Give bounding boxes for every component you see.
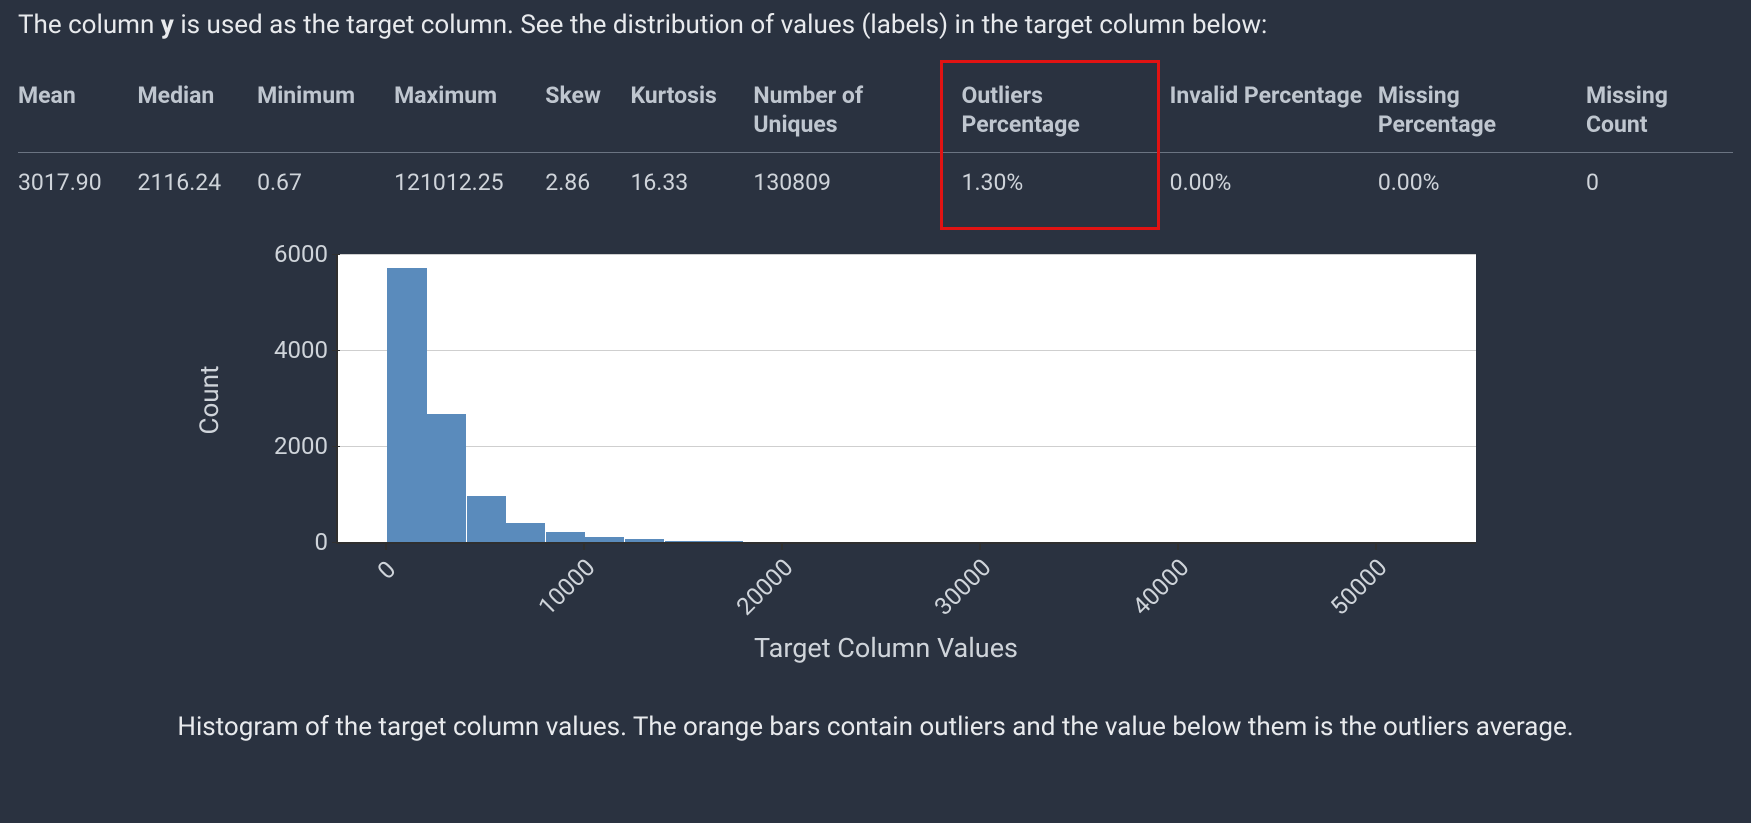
val-skew: 2.86 bbox=[545, 152, 630, 212]
val-uniques: 130809 bbox=[753, 152, 961, 212]
histogram-bar bbox=[546, 532, 585, 542]
table-header-row: Mean Median Minimum Maximum Skew Kurtosi… bbox=[18, 78, 1733, 152]
gridline bbox=[338, 254, 1476, 255]
x-tick-mark bbox=[781, 542, 783, 550]
val-kurtosis: 16.33 bbox=[630, 152, 753, 212]
x-tick-mark bbox=[583, 542, 585, 550]
val-missing-cnt: 0 bbox=[1586, 152, 1733, 212]
intro-text: The column y is used as the target colum… bbox=[18, 10, 1733, 40]
x-tick-mark bbox=[1375, 542, 1377, 550]
histogram-bar bbox=[625, 539, 664, 542]
x-tick-mark bbox=[979, 542, 981, 550]
histogram-bar bbox=[427, 414, 466, 541]
x-tick-mark bbox=[385, 542, 387, 550]
col-skew: Skew bbox=[545, 78, 630, 152]
val-outliers: 1.30% bbox=[962, 152, 1170, 212]
y-tick: 6000 bbox=[248, 240, 328, 268]
col-median: Median bbox=[138, 78, 258, 152]
val-mean: 3017.90 bbox=[18, 152, 138, 212]
col-outliers: Outliers Percentage bbox=[962, 78, 1170, 152]
histogram-bar bbox=[704, 541, 743, 542]
x-tick: 40000 bbox=[1127, 554, 1194, 621]
histogram-chart: Count Target Column Values 0200040006000… bbox=[206, 240, 1566, 700]
chart-caption: Histogram of the target column values. T… bbox=[18, 712, 1733, 742]
col-missing-pct: Missing Percentage bbox=[1378, 78, 1586, 152]
histogram-bar bbox=[585, 537, 624, 542]
x-tick: 10000 bbox=[533, 554, 600, 621]
x-tick-mark bbox=[1177, 542, 1179, 550]
col-uniques: Number of Uniques bbox=[753, 78, 961, 152]
intro-bold: y bbox=[161, 10, 174, 40]
gridline bbox=[338, 446, 1476, 447]
x-tick: 50000 bbox=[1325, 554, 1392, 621]
x-tick: 20000 bbox=[731, 554, 798, 621]
x-tick: 30000 bbox=[929, 554, 996, 621]
y-tick: 2000 bbox=[248, 432, 328, 460]
val-missing-pct: 0.00% bbox=[1378, 152, 1586, 212]
val-maximum: 121012.25 bbox=[394, 152, 545, 212]
histogram-bar bbox=[387, 268, 426, 542]
col-invalid: Invalid Percentage bbox=[1170, 78, 1378, 152]
table-value-row: 3017.90 2116.24 0.67 121012.25 2.86 16.3… bbox=[18, 152, 1733, 212]
val-minimum: 0.67 bbox=[257, 152, 394, 212]
val-invalid: 0.00% bbox=[1170, 152, 1378, 212]
intro-prefix: The column bbox=[18, 10, 161, 40]
histogram-bar bbox=[467, 496, 506, 541]
plot-area bbox=[336, 254, 1476, 544]
y-tick: 4000 bbox=[248, 336, 328, 364]
col-minimum: Minimum bbox=[257, 78, 394, 152]
histogram-bar bbox=[506, 523, 545, 541]
col-maximum: Maximum bbox=[394, 78, 545, 152]
col-missing-cnt: Missing Count bbox=[1586, 78, 1733, 152]
col-mean: Mean bbox=[18, 78, 138, 152]
x-tick: 0 bbox=[372, 555, 401, 584]
col-kurtosis: Kurtosis bbox=[630, 78, 753, 152]
x-axis-label: Target Column Values bbox=[206, 632, 1566, 664]
intro-suffix: is used as the target column. See the di… bbox=[174, 10, 1267, 40]
y-tick: 0 bbox=[248, 528, 328, 556]
stats-table: Mean Median Minimum Maximum Skew Kurtosi… bbox=[18, 78, 1733, 212]
y-axis-label: Count bbox=[195, 365, 225, 434]
val-median: 2116.24 bbox=[138, 152, 258, 212]
gridline bbox=[338, 350, 1476, 351]
stats-table-wrap: Mean Median Minimum Maximum Skew Kurtosi… bbox=[18, 78, 1733, 212]
histogram-bar bbox=[665, 541, 704, 542]
